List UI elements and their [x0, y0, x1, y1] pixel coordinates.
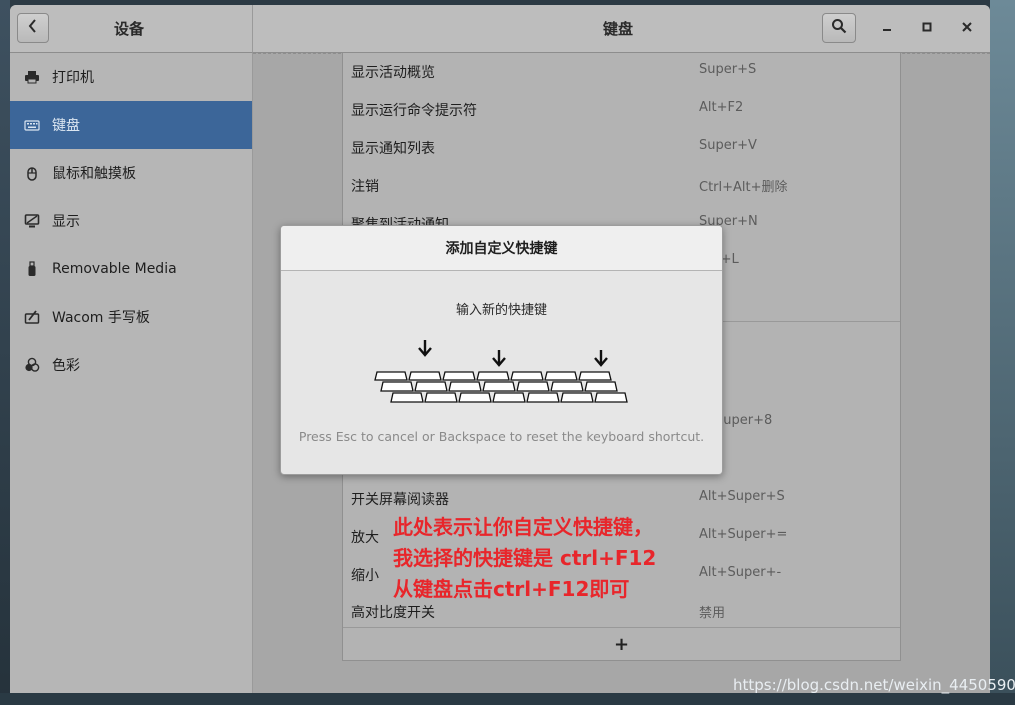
main-headerbar: 键盘	[253, 5, 990, 53]
sidebar-item-color[interactable]: 色彩	[10, 341, 252, 389]
shortcut-keys: Alt+Super+-	[699, 565, 782, 580]
sidebar-item-label: 打印机	[52, 70, 94, 86]
devices-sidebar: 打印机 键盘 鼠标和触摸板 显示 Removable Media Wacom 手…	[10, 53, 253, 693]
desktop-background-bottom	[0, 693, 1015, 705]
close-button[interactable]	[954, 15, 980, 41]
sidebar-item-removable-media[interactable]: Removable Media	[10, 245, 252, 293]
dialog-hint: Press Esc to cancel or Backspace to rese…	[298, 429, 705, 444]
annotation-line: 我选择的快捷键是 ctrl+F12	[393, 546, 657, 570]
sidebar-item-printers[interactable]: 打印机	[10, 53, 252, 101]
minimize-icon	[882, 20, 892, 36]
shortcut-name: 缩小	[351, 568, 379, 584]
shortcut-row[interactable]: 显示活动概览 Super+S	[343, 53, 900, 91]
shortcut-name: 注销	[351, 179, 379, 195]
printer-icon	[24, 69, 40, 85]
sidebar-item-label: 显示	[52, 214, 80, 230]
sidebar-item-label: Removable Media	[52, 261, 177, 277]
shortcut-keys: Alt+Super+S	[699, 489, 785, 504]
shortcut-keys: 禁用	[699, 606, 726, 621]
keyboard-icon	[24, 117, 40, 133]
sidebar-item-display[interactable]: 显示	[10, 197, 252, 245]
shortcut-name: 高对比度开关	[351, 605, 435, 621]
desktop-background-left	[0, 0, 10, 705]
shortcut-name: 开关屏幕阅读器	[351, 492, 449, 508]
display-icon	[24, 213, 40, 229]
shortcut-keys: Super+S	[699, 62, 757, 77]
maximize-button[interactable]	[914, 15, 940, 41]
search-icon	[831, 18, 847, 38]
shortcut-keys: Alt+F2	[699, 100, 744, 115]
shortcut-keys: Ctrl+Alt+删除	[699, 180, 788, 195]
sidebar-item-keyboard[interactable]: 键盘	[10, 101, 252, 149]
shortcut-name: 显示通知列表	[351, 141, 435, 157]
desktop-background-right	[990, 0, 1015, 705]
annotation-line: 从键盘点击ctrl+F12即可	[393, 577, 630, 601]
annotation-line: 此处表示让你自定义快捷键，	[393, 515, 653, 539]
page-title: 键盘	[603, 20, 634, 38]
chevron-left-icon	[27, 19, 39, 37]
tablet-icon	[24, 309, 40, 325]
sidebar-title: 设备	[114, 20, 145, 38]
color-icon	[24, 357, 40, 373]
keyboard-illustration-icon	[374, 340, 628, 403]
shortcut-keys: Alt+Super+=	[699, 527, 788, 542]
sidebar-item-label: Wacom 手写板	[52, 310, 150, 326]
add-custom-shortcut-dialog: 添加自定义快捷键 输入新的快捷键 Press Esc to cancel or …	[280, 225, 723, 475]
usb-drive-icon	[24, 261, 40, 277]
shortcut-name: 放大	[351, 530, 379, 546]
shortcut-row[interactable]: 显示运行命令提示符 Alt+F2	[343, 91, 900, 129]
sidebar-item-wacom-tablet[interactable]: Wacom 手写板	[10, 293, 252, 341]
maximize-icon	[922, 20, 932, 36]
add-shortcut-button[interactable]: +	[343, 627, 900, 661]
shortcut-keys: Super+V	[699, 138, 757, 153]
search-button[interactable]	[822, 13, 856, 43]
dialog-title: 添加自定义快捷键	[281, 226, 722, 271]
back-button[interactable]	[17, 13, 49, 43]
shortcut-name: 显示运行命令提示符	[351, 103, 477, 119]
sidebar-headerbar: 设备	[10, 5, 253, 53]
dialog-message: 输入新的快捷键	[455, 303, 547, 318]
sidebar-item-mouse-touchpad[interactable]: 鼠标和触摸板	[10, 149, 252, 197]
add-label: +	[613, 634, 630, 655]
sidebar-item-label: 鼠标和触摸板	[52, 166, 136, 182]
sidebar-item-label: 色彩	[52, 358, 80, 374]
sidebar-item-label: 键盘	[52, 118, 80, 134]
shortcut-name: 显示活动概览	[351, 65, 435, 81]
red-annotation: 此处表示让你自定义快捷键， 我选择的快捷键是 ctrl+F12 从键盘点击ctr…	[393, 512, 656, 605]
minimize-button[interactable]	[874, 15, 900, 41]
close-icon	[962, 20, 972, 36]
mouse-icon	[24, 165, 40, 181]
watermark: https://blog.csdn.net/weixin_44505901	[733, 676, 1015, 694]
shortcut-row[interactable]: 显示通知列表 Super+V	[343, 129, 900, 167]
shortcut-row[interactable]: 注销 Ctrl+Alt+删除	[343, 167, 900, 205]
